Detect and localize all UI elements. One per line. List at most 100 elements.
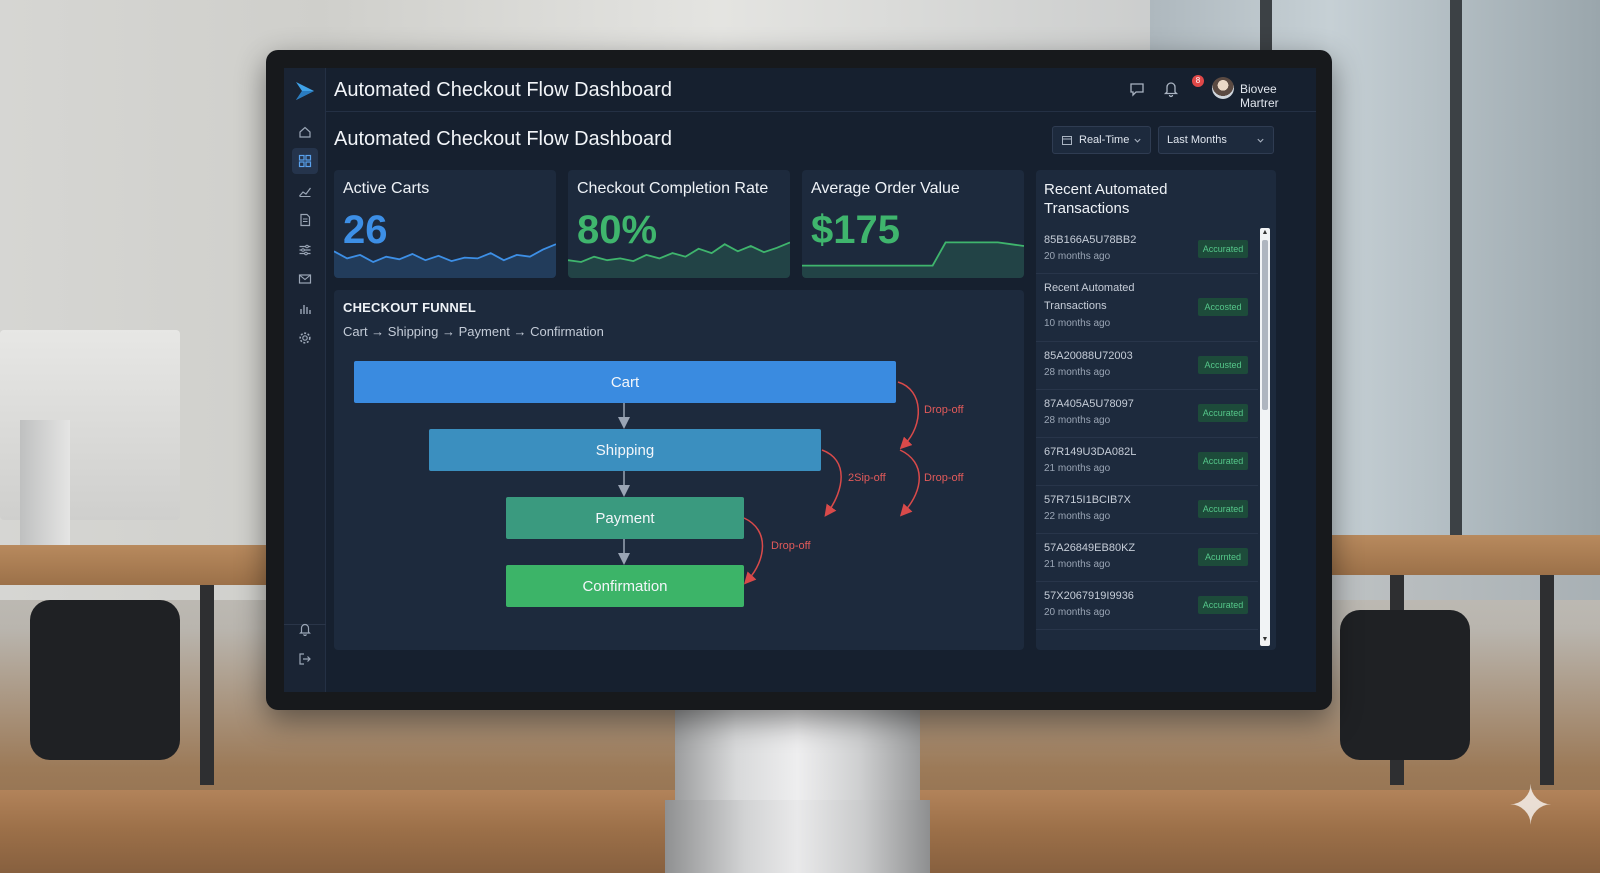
sparkline-area xyxy=(568,242,790,278)
bar-chart-icon xyxy=(300,305,311,314)
scrollbar[interactable]: ▲ ▼ xyxy=(1260,228,1270,646)
dashboard-grid-icon xyxy=(298,154,312,168)
sidebar-item-gear[interactable] xyxy=(292,325,318,351)
transactions-title: Recent Automated Transactions xyxy=(1044,181,1168,217)
transaction-row[interactable]: 57X2067919I9936 20 months ago Accurated xyxy=(1036,582,1258,630)
transaction-time: 10 months ago xyxy=(1044,318,1111,329)
monitor-stand-base xyxy=(665,800,930,873)
sparkline xyxy=(568,241,790,278)
range-select-value: Last Months xyxy=(1167,134,1227,146)
status-badge: Accurated xyxy=(1198,404,1248,422)
sidebar-item-dashboard-grid[interactable] xyxy=(292,148,318,174)
sparkline-area xyxy=(334,244,556,278)
dropoff-arrow xyxy=(899,449,920,517)
sidebar-item-trend-chart[interactable] xyxy=(292,178,318,204)
dropoff-label: Drop-off xyxy=(924,472,964,484)
sidebar-item-mail[interactable] xyxy=(292,266,318,292)
background-computer-stand xyxy=(20,420,70,550)
card-label: Checkout Completion Rate xyxy=(577,180,769,197)
transaction-time: 20 months ago xyxy=(1044,251,1111,262)
scroll-down-icon[interactable]: ▼ xyxy=(1261,636,1269,644)
page-title: Automated Checkout Flow Dashboard xyxy=(334,128,672,150)
transaction-row[interactable]: 85B166A5U78BB2 20 months ago Accurated xyxy=(1036,226,1258,274)
transaction-time: 28 months ago xyxy=(1044,367,1111,378)
desk-leg xyxy=(1540,575,1554,785)
calendar-icon xyxy=(1062,136,1072,145)
funnel-stage-payment[interactable]: Payment xyxy=(506,497,744,539)
dropoff-label: Drop-off xyxy=(771,540,811,552)
document-icon xyxy=(300,213,311,227)
sidebar-item-sliders[interactable] xyxy=(292,237,318,263)
status-badge: Accusted xyxy=(1198,356,1248,374)
scroll-up-icon[interactable]: ▲ xyxy=(1261,229,1269,237)
sparkle-icon: ✦ xyxy=(1508,776,1554,836)
status-badge: Acurnted xyxy=(1198,548,1248,566)
transaction-id: 67R149U3DA082L xyxy=(1044,446,1137,458)
funnel-stage-cart[interactable]: Cart xyxy=(354,361,896,403)
sidebar xyxy=(284,68,326,692)
funnel-stage-confirmation[interactable]: Confirmation xyxy=(506,565,744,607)
transaction-row[interactable]: 57R715I1BCIB7X 22 months ago Accurated xyxy=(1036,486,1258,534)
status-badge: Accurated xyxy=(1198,452,1248,470)
sidebar-item-bell[interactable] xyxy=(292,616,318,642)
transaction-id: Recent Automated xyxy=(1044,282,1135,294)
transactions-list: 85B166A5U78BB2 20 months ago Accurated Rece… xyxy=(1036,226,1258,646)
chevron-down-icon xyxy=(1257,138,1264,143)
user-name[interactable]: Biovee Martrer xyxy=(1240,82,1316,110)
completion-rate-card: Checkout Completion Rate 80% xyxy=(568,170,790,278)
status-badge: Accurated xyxy=(1198,596,1248,614)
sparkline xyxy=(802,241,1024,278)
dropoff-label: 2Sip-off xyxy=(848,472,886,484)
transaction-id: 57R715I1BCIB7X xyxy=(1044,494,1131,506)
transaction-id: 57A26849EB80KZ xyxy=(1044,542,1136,554)
sidebar-item-document[interactable] xyxy=(292,207,318,233)
app-logo-icon[interactable] xyxy=(294,80,316,102)
office-chair xyxy=(1340,610,1470,760)
checkout-funnel-panel: CHECKOUT FUNNEL Cart → Shipping → Paymen… xyxy=(334,290,1024,650)
card-label: Active Carts xyxy=(343,180,430,197)
mail-icon xyxy=(298,274,312,284)
transaction-id-line2: Transactions xyxy=(1044,300,1107,312)
dropoff-arrow xyxy=(743,517,764,585)
scrollbar-thumb[interactable] xyxy=(1262,240,1268,410)
card-label: Average Order Value xyxy=(811,180,960,197)
range-select[interactable]: Last Months xyxy=(1158,126,1274,154)
bell-icon xyxy=(299,623,311,636)
sidebar-item-logout[interactable] xyxy=(292,646,318,672)
desk-leg xyxy=(200,585,214,785)
transaction-time: 21 months ago xyxy=(1044,463,1111,474)
transaction-time: 21 months ago xyxy=(1044,559,1111,570)
sidebar-item-home[interactable] xyxy=(292,119,318,145)
bell-icon[interactable] xyxy=(1162,80,1180,98)
transaction-row[interactable]: 67R149U3DA082L 21 months ago Accurated xyxy=(1036,438,1258,486)
trend-chart-icon xyxy=(299,187,311,197)
dropoff-label: Drop-off xyxy=(924,404,964,416)
transaction-time: 28 months ago xyxy=(1044,415,1111,426)
chevron-down-icon xyxy=(1134,138,1141,143)
transaction-row[interactable]: 57A26849EB80KZ 21 months ago Acurnted xyxy=(1036,534,1258,582)
sliders-icon xyxy=(299,244,311,256)
transaction-row[interactable]: 85A20088U72003 28 months ago Accusted xyxy=(1036,342,1258,390)
notification-badge: 8 xyxy=(1192,75,1204,87)
transaction-row[interactable]: Recent Automated Transactions 10 months ag… xyxy=(1036,274,1258,342)
sparkline xyxy=(334,243,556,278)
funnel-stage-shipping[interactable]: Shipping xyxy=(429,429,821,471)
dropoff-arrow xyxy=(821,449,842,517)
chat-icon[interactable] xyxy=(1128,80,1146,98)
home-icon xyxy=(299,126,311,138)
status-badge: Accosted xyxy=(1198,298,1248,316)
mode-select-value: Real-Time xyxy=(1079,134,1130,146)
logout-icon xyxy=(299,653,311,665)
average-order-card: Average Order Value $175 xyxy=(802,170,1024,278)
recent-transactions-panel: Recent Automated Transactions 85B166A5U7… xyxy=(1036,170,1276,650)
transaction-row[interactable]: 87A405A5U78097 28 months ago Accurated xyxy=(1036,390,1258,438)
transaction-id: 85B166A5U78BB2 xyxy=(1044,234,1137,246)
sidebar-item-bar-chart[interactable] xyxy=(292,296,318,322)
avatar[interactable] xyxy=(1212,77,1234,99)
status-badge: Accurated xyxy=(1198,240,1248,258)
mode-select[interactable]: Real-Time xyxy=(1052,126,1151,154)
transaction-id: 57X2067919I9936 xyxy=(1044,590,1134,602)
transaction-id: 87A405A5U78097 xyxy=(1044,398,1134,410)
sparkline-area xyxy=(802,242,1024,278)
background-desk xyxy=(0,545,270,585)
